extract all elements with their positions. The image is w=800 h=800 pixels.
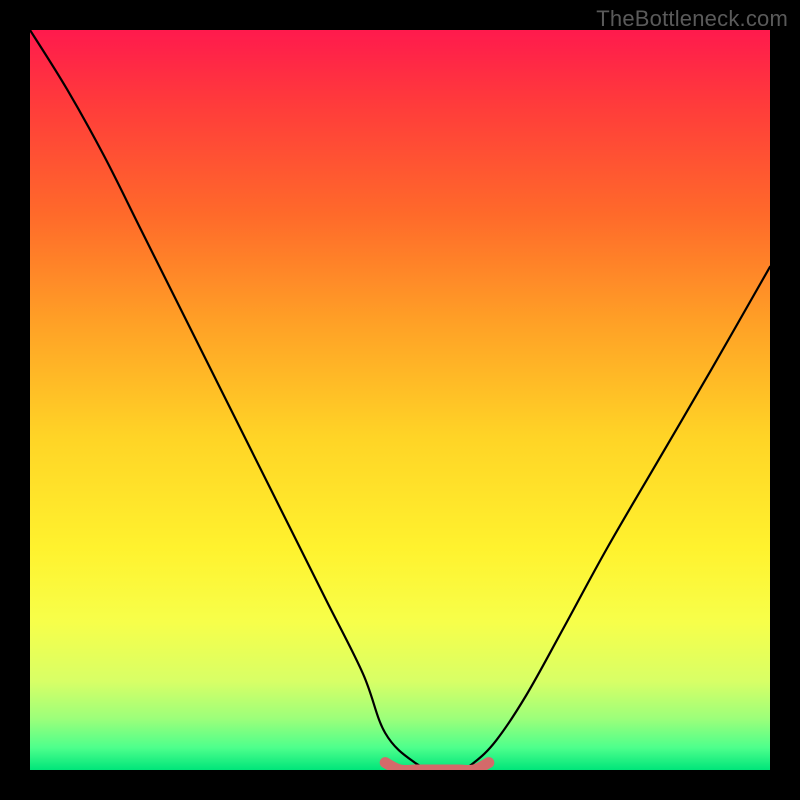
chart-frame: TheBottleneck.com	[0, 0, 800, 800]
bottleneck-curve-line	[30, 30, 770, 770]
watermark-text: TheBottleneck.com	[596, 6, 788, 32]
bottleneck-chart-svg	[30, 30, 770, 770]
plot-area	[30, 30, 770, 770]
